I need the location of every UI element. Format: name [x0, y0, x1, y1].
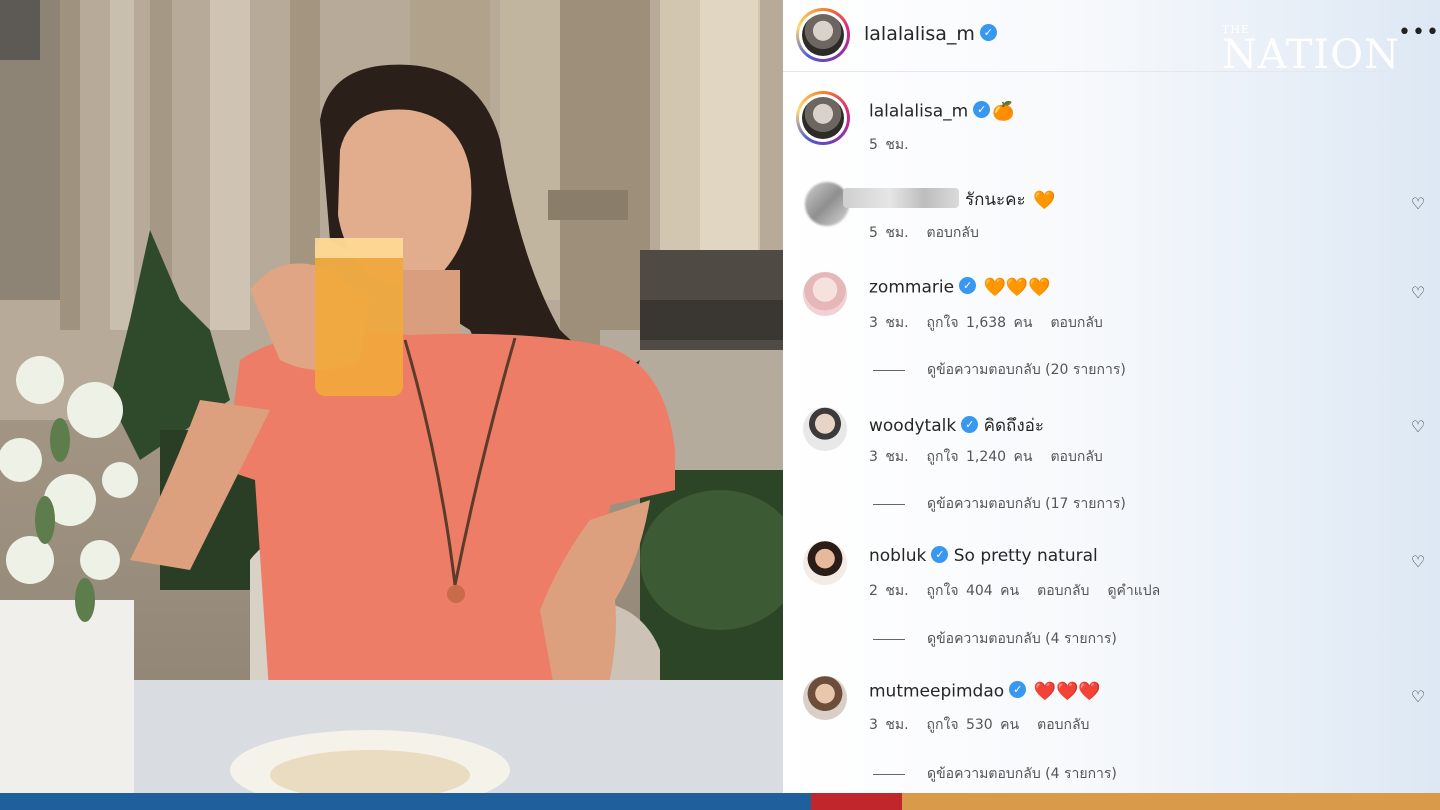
comment-2-view-replies[interactable]: ดูข้อความตอบกลับ (17 รายการ) — [873, 493, 1126, 515]
comment-2-heart-outline-icon[interactable]: ♡ — [1409, 418, 1427, 436]
verified-badge-icon: ✓ — [1009, 681, 1027, 698]
divider-dash — [873, 503, 905, 505]
comment-2-likes[interactable]: ถูกใจ 1,240 คน — [927, 449, 1033, 465]
comment-1-view-replies[interactable]: ดูข้อความตอบกลับ (20 รายการ) — [873, 359, 1126, 381]
comment-4-emoji: ❤️❤️❤️ — [1033, 681, 1101, 702]
verified-badge-icon: ✓ — [979, 24, 997, 41]
caption-author-username-text: lalalalisa_m — [869, 101, 969, 122]
comment-3-username-text: nobluk — [869, 546, 927, 566]
post-photo — [0, 0, 783, 793]
verified-badge-icon: ✓ — [959, 277, 977, 294]
comment-1-heart-outline-icon[interactable]: ♡ — [1409, 284, 1427, 302]
comment-1-meta: 3 ชม. ถูกใจ 1,638 คน ตอบกลับ — [869, 312, 1121, 334]
comment-4-username[interactable]: mutmeepimdao ✓ ❤️❤️❤️ — [869, 681, 1101, 702]
comment-4-time: 3 ชม. — [869, 717, 909, 733]
more-options-icon[interactable]: ••• — [1398, 20, 1440, 45]
comment-3-translate-button[interactable]: ดูคำแปล — [1107, 583, 1160, 599]
comment-1-avatar[interactable] — [803, 272, 847, 316]
the-nation-watermark: THE NATION — [1222, 24, 1400, 75]
author-username[interactable]: lalalalisa_m ✓ — [864, 23, 997, 45]
comment-2-body: คิดถึงอ่ะ — [983, 416, 1044, 436]
author-username-text: lalalalisa_m — [864, 23, 975, 45]
verified-badge-icon: ✓ — [931, 545, 949, 563]
caption-time-text: 5 ชม. — [869, 137, 909, 153]
caption-time: 5 ชม. — [869, 134, 927, 156]
comment-4-meta: 3 ชม. ถูกใจ 530 คน ตอบกลับ — [869, 714, 1107, 736]
watermark-nation: NATION — [1222, 32, 1400, 78]
comment-1-reply-button[interactable]: ตอบกลับ — [1050, 315, 1102, 331]
comment-3-view-replies[interactable]: ดูข้อความตอบกลับ (4 รายการ) — [873, 628, 1117, 650]
comment-4-avatar[interactable] — [803, 676, 847, 720]
comment-2-view-replies-text: ดูข้อความตอบกลับ (17 รายการ) — [927, 496, 1126, 512]
comment-1-username-text: zommarie — [869, 277, 955, 298]
comment-2-meta: 3 ชม. ถูกใจ 1,240 คน ตอบกลับ — [869, 446, 1121, 468]
comment-4-username-text: mutmeepimdao — [869, 681, 1005, 702]
comment-1-emoji: 🧡🧡🧡 — [983, 277, 1051, 298]
comment-4-view-replies-text: ดูข้อความตอบกลับ (4 รายการ) — [927, 766, 1117, 782]
brand-bar-blue — [0, 793, 811, 810]
comment-username-blurred[interactable] — [843, 188, 959, 208]
comment-3-meta: 2 ชม. ถูกใจ 404 คน ตอบกลับ ดูคำแปล — [869, 580, 1178, 602]
caption-author-username[interactable]: lalalalisa_m ✓ 🍊 — [869, 101, 1015, 122]
comment-1-username[interactable]: zommarie ✓ 🧡🧡🧡 — [869, 277, 1051, 298]
comment-0-body: รักนะคะ — [965, 190, 1026, 210]
comment-2-time: 3 ชม. — [869, 449, 909, 465]
comment-0-reply-button[interactable]: ตอบกลับ — [927, 225, 979, 241]
divider-dash — [873, 638, 905, 640]
comment-2-avatar[interactable] — [803, 407, 847, 451]
comment-1-likes[interactable]: ถูกใจ 1,638 คน — [927, 315, 1033, 331]
comment-3-reply-button[interactable]: ตอบกลับ — [1037, 583, 1089, 599]
brand-bar-red — [811, 793, 902, 810]
divider-dash — [873, 369, 905, 371]
author-avatar[interactable] — [796, 8, 850, 62]
comment-3-avatar[interactable] — [803, 541, 847, 585]
comment-3-view-replies-text: ดูข้อความตอบกลับ (4 รายการ) — [927, 631, 1117, 647]
comment-3-likes[interactable]: ถูกใจ 404 คน — [927, 583, 1020, 599]
comment-0-text: รักนะคะ 🧡 — [965, 186, 1056, 213]
comment-3-time: 2 ชม. — [869, 583, 909, 599]
comment-3-body: So pretty natural — [953, 546, 1098, 566]
comment-0-heart-outline-icon[interactable]: ♡ — [1409, 195, 1427, 213]
comments-panel: lalalalisa_m ✓ ••• lalalalisa_m ✓ 🍊 5 ชม. ร… — [783, 0, 1440, 793]
comment-4-view-replies[interactable]: ดูข้อความตอบกลับ (4 รายการ) — [873, 763, 1117, 785]
caption-emoji: 🍊 — [992, 101, 1015, 122]
brand-bar-gold — [902, 793, 1440, 810]
comment-4-reply-button[interactable]: ตอบกลับ — [1037, 717, 1089, 733]
comment-3-heart-outline-icon[interactable]: ♡ — [1409, 553, 1427, 571]
post-photo-illustration — [0, 0, 783, 793]
verified-badge-icon: ✓ — [973, 101, 991, 118]
comment-0-emoji: 🧡 — [1033, 189, 1056, 211]
caption-author-avatar[interactable] — [796, 91, 850, 145]
comment-4-heart-outline-icon[interactable]: ♡ — [1409, 688, 1427, 706]
comment-0-meta: 5 ชม. ตอบกลับ — [869, 222, 997, 244]
comment-2-username-text: woodytalk — [869, 416, 957, 436]
comment-1-view-replies-text: ดูข้อความตอบกลับ (20 รายการ) — [927, 362, 1126, 378]
comment-2-username[interactable]: woodytalk ✓ คิดถึงอ่ะ — [869, 412, 1044, 439]
comment-2-reply-button[interactable]: ตอบกลับ — [1050, 449, 1102, 465]
comment-3-username[interactable]: nobluk ✓ So pretty natural — [869, 545, 1098, 566]
comment-0-time: 5 ชม. — [869, 225, 909, 241]
comment-4-likes[interactable]: ถูกใจ 530 คน — [927, 717, 1020, 733]
comment-1-time: 3 ชม. — [869, 315, 909, 331]
divider-dash — [873, 773, 905, 775]
verified-badge-icon: ✓ — [961, 415, 979, 433]
